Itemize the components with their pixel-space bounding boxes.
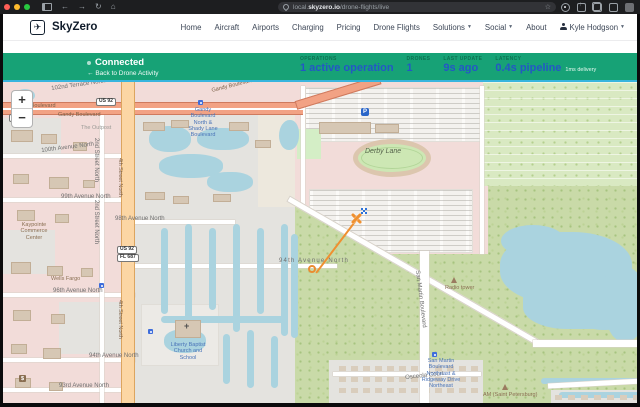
map-canvas[interactable]: 102nd Terrace North Gandy Boulevard Gandy …	[3, 82, 637, 403]
nav-item-kyle-hodgson[interactable]: Kyle Hodgson ▼	[560, 23, 625, 32]
url-domain: skyzero.io	[308, 3, 340, 11]
new-tab-icon[interactable]	[609, 3, 618, 12]
address-bar[interactable]: local. skyzero.io/drone-flights/live ☆	[278, 2, 556, 12]
stat-operations: OPERATIONS 1 active operation	[300, 56, 394, 74]
nav-item-charging[interactable]: Charging	[292, 23, 324, 32]
nav-item-home[interactable]: Home	[181, 23, 202, 32]
stat-last-update: LAST UPDATE 9s ago	[443, 56, 483, 74]
chevron-down-icon: ▼	[508, 24, 514, 30]
cross-poi-icon: +	[184, 321, 190, 331]
nav-item-pricing[interactable]: Pricing	[337, 23, 361, 32]
bus-poi-icon	[432, 352, 437, 357]
url-path: /drone-flights/live	[339, 3, 390, 11]
drone-status-bar: Connected ← Back to Drone Activity OPERA…	[3, 53, 637, 82]
user-avatar-icon	[560, 23, 568, 31]
site-location-icon	[281, 2, 291, 12]
tower-poi-icon	[451, 277, 457, 283]
nav-item-drone-flights[interactable]: Drone Flights	[374, 23, 420, 32]
stat-drones: DRONES 1	[406, 56, 431, 74]
map-zoom-control: + −	[11, 90, 33, 128]
traffic-light-minimize[interactable]	[14, 4, 20, 10]
stat-latency: LATENCY 0.4s pipeline 1ms delivery	[495, 56, 597, 74]
window-icon[interactable]	[625, 3, 634, 12]
connection-dot-icon	[87, 60, 91, 65]
nav-item-aircraft[interactable]: Aircraft	[214, 23, 239, 32]
header-gap	[3, 41, 637, 53]
back-to-drone-activity-link[interactable]: ← Back to Drone Activity	[87, 70, 159, 77]
back-arrow-icon: ←	[87, 70, 94, 77]
zoom-in-button[interactable]: +	[12, 91, 32, 109]
connection-status: Connected	[95, 57, 145, 68]
parking-poi-icon: P	[361, 108, 369, 116]
bus-poi-icon	[148, 329, 153, 334]
browser-window: ← → ↻ ⌂ local. skyzero.io/drone-flights/l…	[0, 0, 640, 407]
share-icon[interactable]	[577, 2, 586, 12]
extensions-icon[interactable]	[561, 3, 570, 12]
live-stats: OPERATIONS 1 active operation DRONES 1 LAST …	[300, 56, 596, 74]
forward-button[interactable]: →	[78, 0, 86, 14]
bookmark-star-icon[interactable]: ☆	[545, 3, 551, 11]
chevron-down-icon: ▼	[620, 24, 625, 30]
nav-item-about[interactable]: About	[526, 23, 546, 32]
chevron-down-icon: ▼	[466, 24, 472, 30]
nav-item-solutions[interactable]: Solutions ▼	[433, 23, 472, 32]
site-header: ✈ SkyZero Home Aircraft Airports Charging Pr…	[3, 14, 637, 41]
nav-item-airports[interactable]: Airports	[252, 23, 279, 32]
reload-button[interactable]: ↻	[95, 0, 102, 14]
bank-poi-icon: $	[19, 375, 26, 382]
tabs-overview-icon[interactable]	[592, 2, 602, 12]
nav-menu: Home Aircraft Airports Charging Pricing Drone…	[181, 23, 625, 32]
nav-item-social[interactable]: Social ▼	[485, 23, 513, 32]
drone-icon[interactable]	[363, 210, 365, 212]
skyzero-plane-logo-icon[interactable]: ✈	[30, 19, 45, 35]
page: ✈ SkyZero Home Aircraft Airports Charging Pr…	[3, 14, 637, 403]
browser-chrome: ← → ↻ ⌂ local. skyzero.io/drone-flights/l…	[0, 0, 640, 14]
bus-poi-icon	[99, 283, 104, 288]
brand-name[interactable]: SkyZero	[52, 21, 97, 33]
traffic-light-maximize[interactable]	[24, 4, 30, 10]
url-prefix: local.	[293, 3, 309, 11]
home-button[interactable]: ⌂	[111, 0, 116, 14]
back-button[interactable]: ←	[61, 0, 69, 14]
traffic-light-close[interactable]	[4, 4, 10, 10]
sidebar-toggle-icon[interactable]	[42, 3, 52, 11]
bus-poi-icon	[198, 100, 203, 105]
zoom-out-button[interactable]: −	[12, 109, 32, 127]
drone-origin-marker[interactable]	[308, 265, 316, 273]
tower-poi-icon	[502, 384, 508, 390]
